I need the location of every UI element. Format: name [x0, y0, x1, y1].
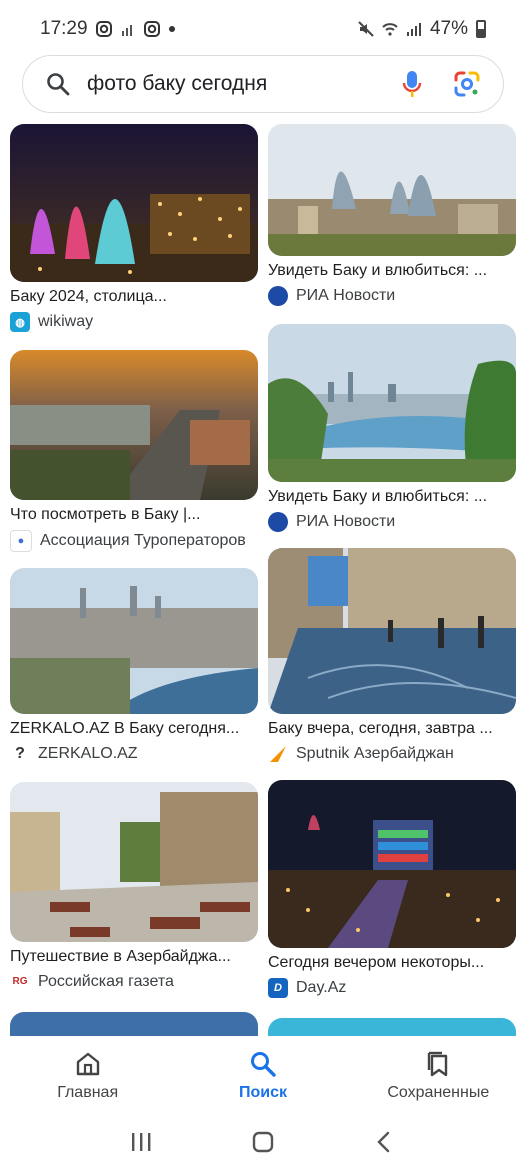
zerkalo-icon: ?: [10, 744, 30, 764]
image-result[interactable]: [10, 1012, 260, 1036]
source-name: Российская газета: [38, 973, 174, 990]
result-source[interactable]: Sputnik Азербайджан: [268, 744, 518, 764]
home-icon: [76, 1052, 99, 1076]
system-navigation-bar: [0, 1116, 526, 1168]
nav-search[interactable]: Поиск: [175, 1036, 350, 1116]
status-time: 17:29: [40, 18, 88, 39]
instagram-icon: [95, 21, 112, 37]
search-icon[interactable]: [45, 71, 71, 97]
result-title[interactable]: Путешествие в Азербайджа...: [10, 948, 260, 966]
image-result[interactable]: [268, 1018, 518, 1036]
result-thumbnail[interactable]: [10, 782, 258, 942]
dayaz-icon: D: [268, 978, 288, 998]
search-bar[interactable]: фото баку сегодня: [22, 55, 504, 113]
nav-saved[interactable]: Сохраненные: [351, 1036, 526, 1116]
result-thumbnail[interactable]: [10, 350, 258, 500]
image-results-grid: Баку 2024, столица... ◍ wikiway Увидеть …: [0, 118, 526, 1036]
notification-dot-icon: [168, 26, 175, 32]
result-thumbnail[interactable]: [268, 1018, 516, 1036]
source-name: РИА Новости: [296, 513, 396, 530]
source-name: ZERKALO.AZ: [38, 745, 138, 762]
image-result[interactable]: Увидеть Баку и влюбиться: ... РИА Новост…: [268, 324, 518, 532]
result-thumbnail[interactable]: [268, 124, 516, 256]
mute-icon: [358, 21, 374, 37]
image-result[interactable]: Увидеть Баку и влюбиться: ... РИА Новост…: [268, 124, 518, 306]
image-result[interactable]: Что посмотреть в Баку |... ● Ассоциация …: [10, 350, 260, 552]
source-name: Ассоциация Туроператоров: [40, 532, 246, 549]
result-source[interactable]: D Day.Az: [268, 978, 518, 998]
google-lens-icon[interactable]: [453, 70, 481, 98]
result-source[interactable]: RG Российская газета: [10, 972, 260, 992]
result-thumbnail[interactable]: [10, 1012, 258, 1036]
wifi-icon: [382, 23, 398, 36]
search-input[interactable]: фото баку сегодня: [87, 72, 401, 96]
signal-icon: [406, 23, 421, 36]
back-icon[interactable]: [373, 1130, 397, 1154]
result-source[interactable]: РИА Новости: [268, 286, 518, 306]
result-title[interactable]: Увидеть Баку и влюбиться: ...: [268, 262, 518, 280]
image-result[interactable]: ZERKALO.AZ В Баку сегодня... ? ZERKALO.A…: [10, 568, 260, 764]
rg-icon: RG: [10, 972, 30, 992]
result-source[interactable]: ● Ассоциация Туроператоров: [10, 530, 260, 552]
nav-saved-label: Сохраненные: [387, 1084, 490, 1101]
result-title[interactable]: Увидеть Баку и влюбиться: ...: [268, 488, 518, 506]
ria-icon: [268, 286, 288, 306]
ator-icon: ●: [10, 530, 32, 552]
image-result[interactable]: Баку 2024, столица... ◍ wikiway: [10, 124, 260, 332]
image-result[interactable]: Баку вчера, сегодня, завтра ... Sputnik …: [268, 548, 518, 764]
result-source[interactable]: ? ZERKALO.AZ: [10, 744, 260, 764]
result-source[interactable]: ◍ wikiway: [10, 312, 260, 332]
result-thumbnail[interactable]: [268, 780, 516, 948]
image-result[interactable]: Сегодня вечером некоторы... D Day.Az: [268, 780, 518, 998]
bottom-navigation: Главная Поиск Сохраненные: [0, 1036, 526, 1116]
result-thumbnail[interactable]: [10, 124, 258, 282]
microphone-icon[interactable]: [401, 69, 423, 99]
result-thumbnail[interactable]: [268, 324, 516, 482]
result-title[interactable]: Баку 2024, столица...: [10, 288, 260, 306]
result-thumbnail[interactable]: [268, 548, 516, 714]
source-name: РИА Новости: [296, 287, 396, 304]
home-button-icon[interactable]: [251, 1130, 275, 1154]
battery-percent: 47%: [429, 18, 468, 39]
result-title[interactable]: ZERKALO.AZ В Баку сегодня...: [10, 720, 260, 738]
globe-icon: ◍: [10, 312, 30, 332]
search-icon: [250, 1052, 276, 1077]
ria-icon: [268, 512, 288, 532]
status-bar: 17:29 47%: [0, 0, 526, 58]
result-source[interactable]: РИА Новости: [268, 512, 518, 532]
sputnik-icon: [270, 746, 286, 762]
nav-home-label: Главная: [57, 1084, 119, 1101]
result-title[interactable]: Баку вчера, сегодня, завтра ...: [268, 720, 518, 738]
recent-apps-icon[interactable]: [129, 1131, 153, 1153]
bookmarks-icon: [428, 1051, 448, 1077]
result-thumbnail[interactable]: [10, 568, 258, 714]
result-title[interactable]: Сегодня вечером некоторы...: [268, 954, 518, 972]
image-result[interactable]: Путешествие в Азербайджа... RG Российска…: [10, 782, 260, 992]
nav-home[interactable]: Главная: [0, 1036, 175, 1116]
source-name: Day.Az: [296, 979, 347, 996]
nav-search-label: Поиск: [238, 1084, 287, 1101]
mobile-data-icon: [121, 25, 132, 36]
source-name: Sputnik Азербайджан: [296, 745, 454, 762]
battery-icon: [476, 20, 486, 38]
source-name: wikiway: [38, 313, 94, 330]
instagram-icon: [143, 21, 160, 37]
result-title[interactable]: Что посмотреть в Баку |...: [10, 506, 260, 524]
